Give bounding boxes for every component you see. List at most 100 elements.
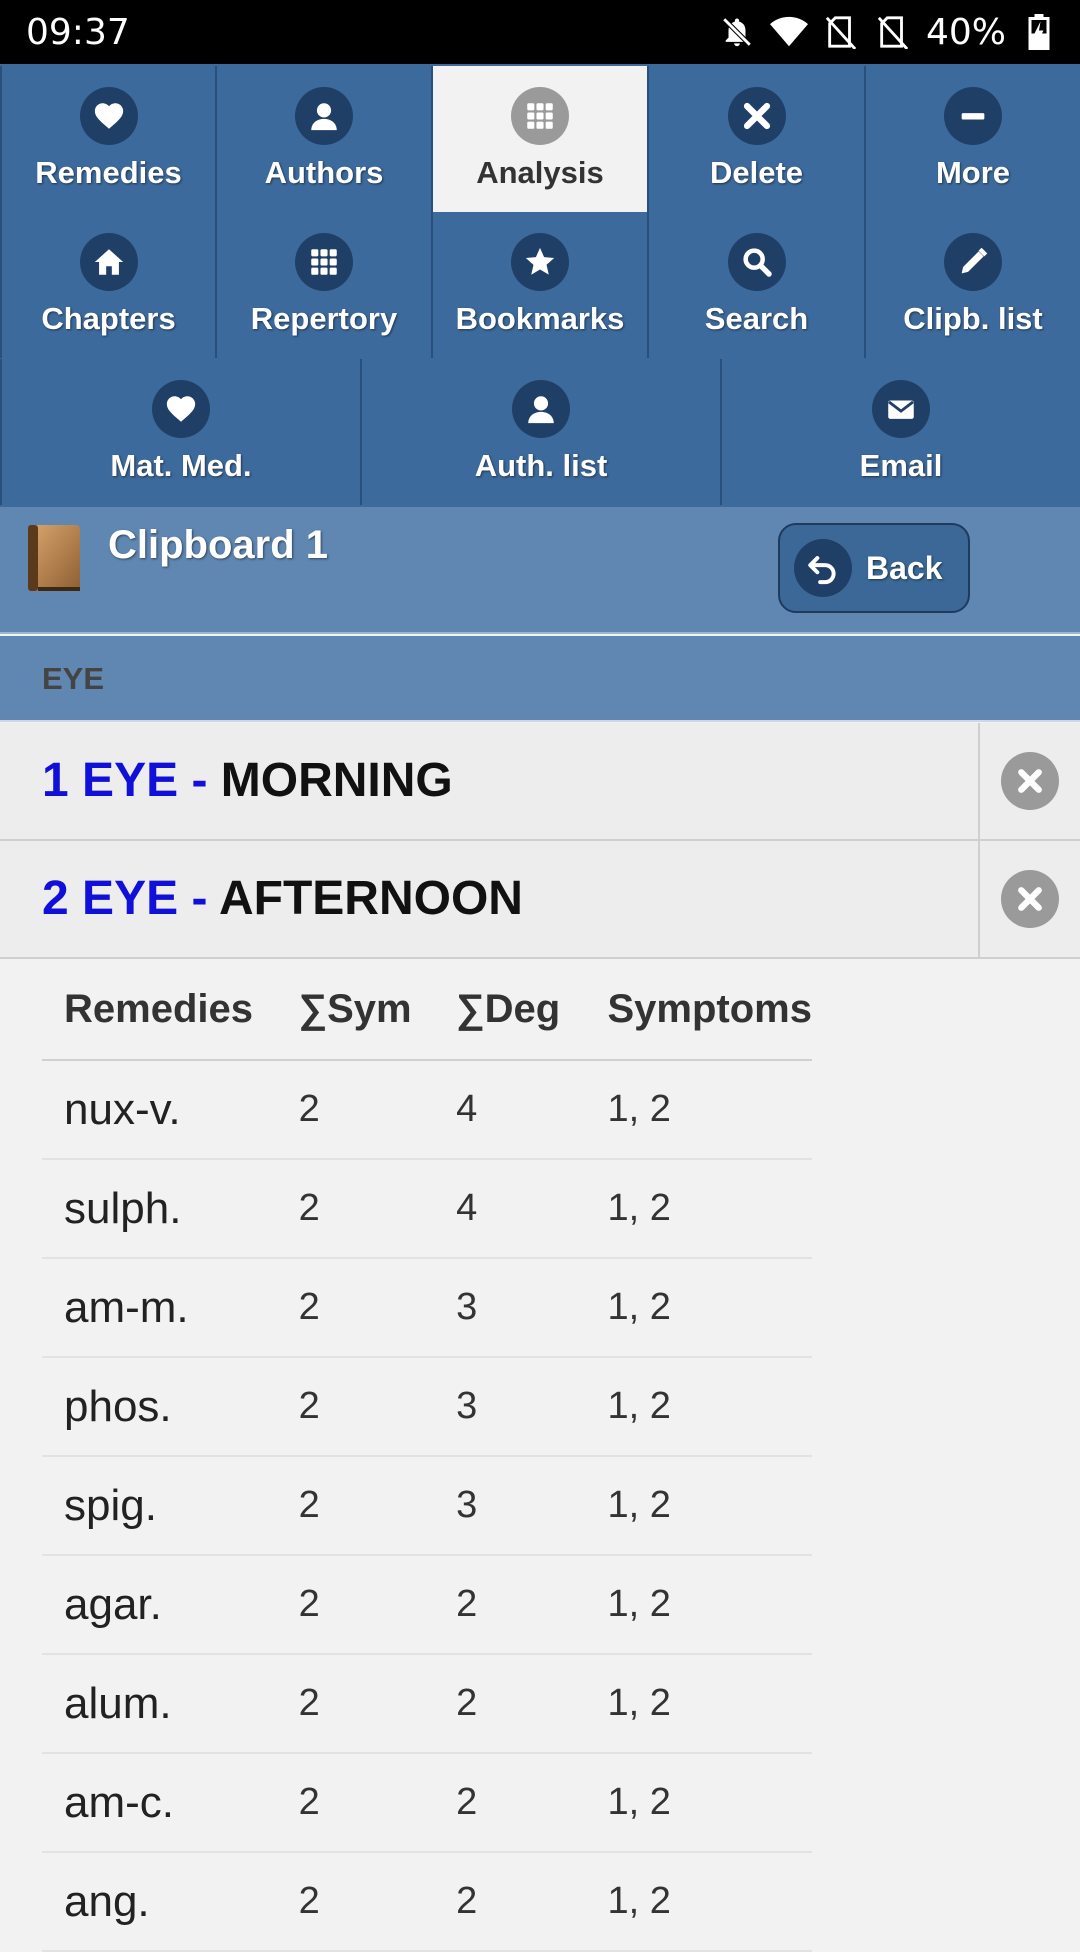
symptoms-cell: 1, 2: [585, 1159, 812, 1259]
search-icon: [727, 233, 786, 291]
remove-symptom-button[interactable]: [978, 723, 1080, 839]
nav-label: Chapters: [41, 301, 176, 336]
column-header-sum-sym[interactable]: ∑Sym: [276, 960, 435, 1061]
sum-deg-cell: 2: [434, 1654, 586, 1754]
remedy-cell[interactable]: spig.: [42, 1456, 277, 1556]
table-row[interactable]: am-c. 2 2 1, 2: [42, 1753, 812, 1853]
nav-bookmarks[interactable]: Bookmarks: [433, 212, 649, 358]
remedy-cell[interactable]: nux-v.: [42, 1060, 277, 1160]
sum-sym-cell: 2: [276, 1456, 435, 1556]
column-header-remedies[interactable]: Remedies: [42, 960, 277, 1061]
table-row[interactable]: ang. 2 2 1, 2: [42, 1852, 812, 1952]
table-header-row: Remedies ∑Sym ∑Deg Symptoms: [42, 960, 812, 1061]
battery-percent: 40%: [925, 11, 1006, 53]
nav-clipboard-list[interactable]: Clipb. list: [866, 212, 1080, 358]
nav-materia-medica[interactable]: Mat. Med.: [0, 359, 362, 505]
person-icon: [295, 87, 353, 145]
table-row[interactable]: agar. 2 2 1, 2: [42, 1555, 812, 1655]
sum-deg-cell: 2: [434, 1852, 586, 1952]
nav-delete[interactable]: Delete: [649, 66, 866, 212]
person-icon: [512, 380, 570, 438]
nav-email[interactable]: Email: [722, 359, 1080, 505]
heart-icon: [152, 380, 210, 438]
nav-authors[interactable]: Authors: [217, 66, 433, 212]
remedy-cell[interactable]: agar.: [42, 1555, 277, 1655]
symptoms-cell: 1, 2: [585, 1852, 812, 1952]
nav-analysis[interactable]: Analysis: [433, 66, 649, 212]
symptom-text: 1 EYE - MORNING: [42, 723, 453, 839]
close-circle-icon: [1001, 752, 1059, 810]
nav-label: Authors: [264, 155, 384, 190]
nav-search[interactable]: Search: [649, 212, 866, 358]
symptom-name: MORNING: [220, 754, 453, 807]
close-icon: [727, 87, 786, 145]
heart-icon: [79, 87, 138, 145]
sum-deg-cell: 2: [434, 1555, 586, 1655]
sum-sym-cell: 2: [276, 1258, 435, 1358]
nav-label: Auth. list: [474, 448, 608, 483]
nav-label: Repertory: [250, 301, 398, 336]
clipboard-header: Clipboard 1 Back: [0, 507, 1080, 634]
page-title: Clipboard 1: [108, 523, 329, 567]
nav-row-3: Mat. Med. Auth. list Email: [0, 359, 1080, 505]
sum-sym-cell: 2: [276, 1357, 435, 1457]
symptom-number: 1: [42, 754, 69, 807]
nav-label: Mat. Med.: [110, 448, 252, 483]
table-row[interactable]: spig. 2 3 1, 2: [42, 1456, 812, 1556]
back-button[interactable]: Back: [778, 523, 970, 613]
table-row[interactable]: phos. 2 3 1, 2: [42, 1357, 812, 1457]
table-row[interactable]: sulph. 2 4 1, 2: [42, 1159, 812, 1259]
nav-more[interactable]: More: [866, 66, 1080, 212]
minus-icon: [944, 87, 1002, 145]
symptom-number: 2: [42, 872, 69, 925]
status-icons: 40%: [718, 12, 1058, 53]
nav-label: Bookmarks: [455, 301, 625, 336]
nav-repertory[interactable]: Repertory: [217, 212, 433, 358]
battery-charging-icon: [1020, 13, 1058, 51]
grid-icon: [295, 233, 353, 291]
mail-icon: [872, 380, 930, 438]
sum-sym-cell: 2: [276, 1753, 435, 1853]
undo-icon: [794, 539, 852, 597]
nav-row-1: Remedies Authors Analysis Delete More: [0, 66, 1080, 212]
book-icon: [22, 521, 84, 595]
sum-sym-cell: 2: [276, 1654, 435, 1754]
remedy-cell[interactable]: am-m.: [42, 1258, 277, 1358]
symptom-dash: -: [191, 872, 208, 925]
sum-sym-cell: 2: [276, 1060, 435, 1160]
remedy-cell[interactable]: am-c.: [42, 1753, 277, 1853]
table-row[interactable]: alum. 2 2 1, 2: [42, 1654, 812, 1754]
pencil-icon: [944, 233, 1002, 291]
table-row[interactable]: am-m. 2 3 1, 2: [42, 1258, 812, 1358]
no-sim-icon: [822, 13, 860, 51]
sum-sym-cell: 2: [276, 1555, 435, 1655]
symptoms-cell: 1, 2: [585, 1753, 812, 1853]
remedy-cell[interactable]: ang.: [42, 1852, 277, 1952]
home-icon: [79, 233, 138, 291]
nav-remedies[interactable]: Remedies: [0, 66, 217, 212]
nav-authors-list[interactable]: Auth. list: [362, 359, 722, 505]
column-header-symptoms[interactable]: Symptoms: [585, 960, 812, 1061]
symptom-row[interactable]: 1 EYE - MORNING: [0, 723, 1080, 841]
symptom-row[interactable]: 2 EYE - AFTERNOON: [0, 841, 1080, 959]
column-header-sum-deg[interactable]: ∑Deg: [434, 960, 586, 1061]
remedy-cell[interactable]: alum.: [42, 1654, 277, 1754]
nav-label: More: [935, 155, 1011, 190]
sum-deg-cell: 3: [434, 1357, 586, 1457]
nav-chapters[interactable]: Chapters: [0, 212, 217, 358]
status-bar: 09:37 40%: [0, 0, 1080, 64]
symptom-name: AFTERNOON: [218, 872, 523, 925]
analysis-table: Remedies ∑Sym ∑Deg Symptoms nux-v. 2 4 1…: [42, 960, 812, 1952]
symptom-chapter: EYE: [82, 754, 179, 807]
remedy-cell[interactable]: phos.: [42, 1357, 277, 1457]
table-row[interactable]: nux-v. 2 4 1, 2: [42, 1060, 812, 1160]
remove-symptom-button[interactable]: [978, 841, 1080, 957]
nav-label: Email: [859, 448, 943, 483]
symptoms-cell: 1, 2: [585, 1258, 812, 1358]
symptom-dash: -: [191, 754, 208, 807]
back-label: Back: [866, 549, 943, 586]
nav-label: Remedies: [35, 155, 182, 190]
remedy-cell[interactable]: sulph.: [42, 1159, 277, 1259]
nav-row-2: Chapters Repertory Bookmarks Search Clip…: [0, 212, 1080, 358]
star-icon: [511, 233, 569, 291]
